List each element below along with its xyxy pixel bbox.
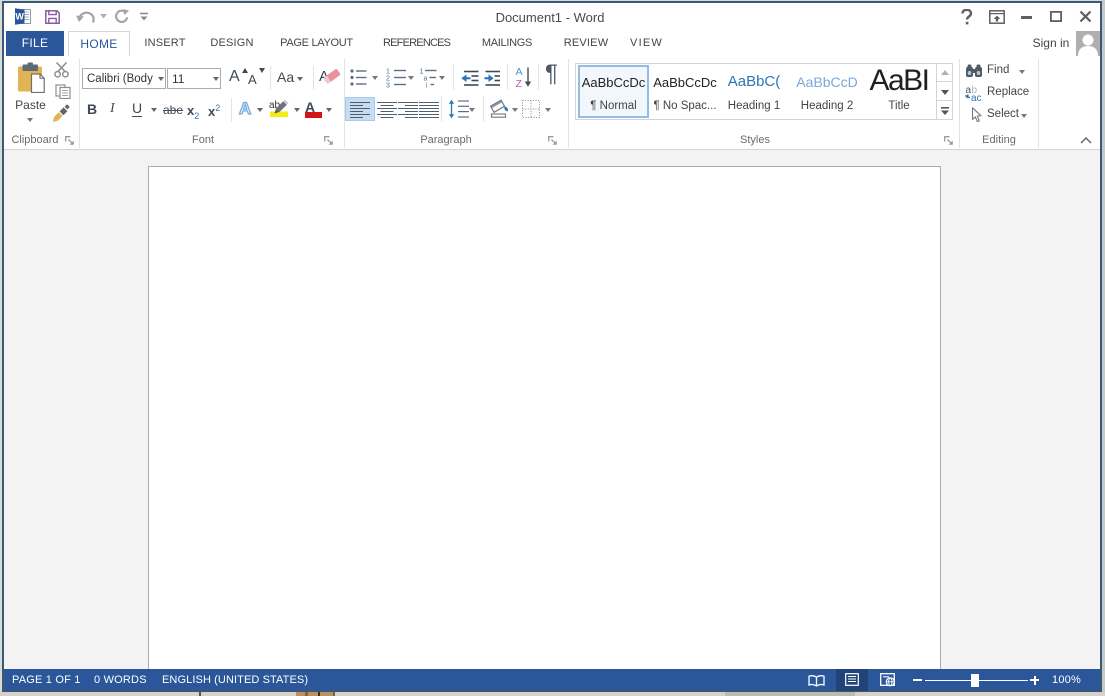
svg-text:2: 2 [386,76,390,83]
svg-text:ac: ac [971,93,982,101]
svg-text:W: W [15,12,24,22]
svg-text:i: i [426,83,428,89]
svg-text:Z: Z [516,78,523,88]
svg-text:1: 1 [420,69,424,76]
svg-text:A: A [516,66,523,78]
svg-text:a: a [424,76,428,83]
svg-text:1: 1 [386,69,390,76]
svg-text:3: 3 [386,83,390,89]
